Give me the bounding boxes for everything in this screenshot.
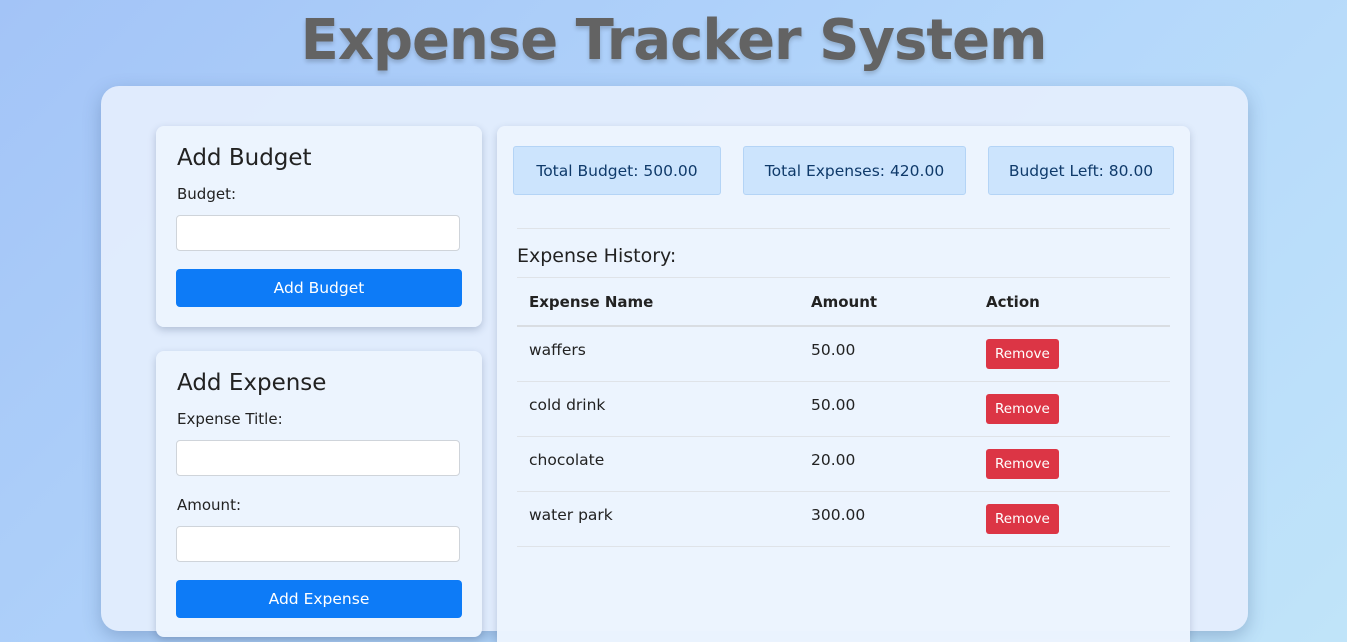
add-expense-card: Add Expense Expense Title: Amount: Add E… (156, 351, 482, 637)
column-header-expense-name: Expense Name (517, 278, 799, 327)
remove-button[interactable]: Remove (986, 339, 1059, 369)
column-header-amount: Amount (799, 278, 974, 327)
expense-amount-cell: 20.00 (799, 436, 974, 492)
expense-history-title: Expense History: (517, 245, 677, 267)
table-row: waffers 50.00 Remove (517, 326, 1170, 382)
divider (517, 228, 1170, 229)
expense-name-cell: water park (517, 491, 799, 547)
amount-input[interactable] (176, 526, 460, 562)
table-header-row: Expense Name Amount Action (517, 278, 1170, 327)
expense-name-cell: waffers (517, 326, 799, 382)
remove-button[interactable]: Remove (986, 503, 1059, 534)
action-cell: Remove (974, 436, 1170, 492)
add-budget-button[interactable]: Add Budget (176, 269, 462, 307)
add-budget-card: Add Budget Budget: Add Budget (156, 126, 482, 327)
table-row: chocolate 20.00 Remove (517, 436, 1170, 492)
add-expense-heading: Add Expense (177, 370, 327, 396)
add-budget-heading: Add Budget (177, 145, 312, 171)
budget-left-box: Budget Left: 80.00 (988, 146, 1174, 195)
action-cell: Remove (974, 381, 1170, 437)
action-cell: Remove (974, 491, 1170, 547)
table-row: cold drink 50.00 Remove (517, 381, 1170, 437)
expense-amount-cell: 50.00 (799, 326, 974, 382)
expense-name-cell: chocolate (517, 436, 799, 492)
amount-label: Amount: (177, 496, 241, 514)
expense-title-label: Expense Title: (177, 410, 283, 428)
table-row: water park 300.00 Remove (517, 491, 1170, 547)
column-header-action: Action (974, 278, 1170, 327)
remove-button[interactable]: Remove (986, 393, 1059, 424)
remove-button[interactable]: Remove (986, 448, 1059, 479)
budget-label: Budget: (177, 185, 237, 203)
page-title: Expense Tracker System (300, 8, 1048, 73)
total-expenses-box: Total Expenses: 420.00 (743, 146, 966, 195)
total-budget-box: Total Budget: 500.00 (513, 146, 721, 195)
add-expense-button[interactable]: Add Expense (176, 580, 462, 618)
expense-title-input[interactable] (176, 440, 460, 476)
expense-history-table: Expense Name Amount Action waffers 50.00… (517, 278, 1170, 547)
budget-input[interactable] (176, 215, 460, 251)
expense-amount-cell: 300.00 (799, 491, 974, 547)
expense-amount-cell: 50.00 (799, 381, 974, 437)
action-cell: Remove (974, 326, 1170, 382)
expense-summary-panel: Total Budget: 500.00 Total Expenses: 420… (497, 126, 1190, 642)
expense-name-cell: cold drink (517, 381, 799, 437)
